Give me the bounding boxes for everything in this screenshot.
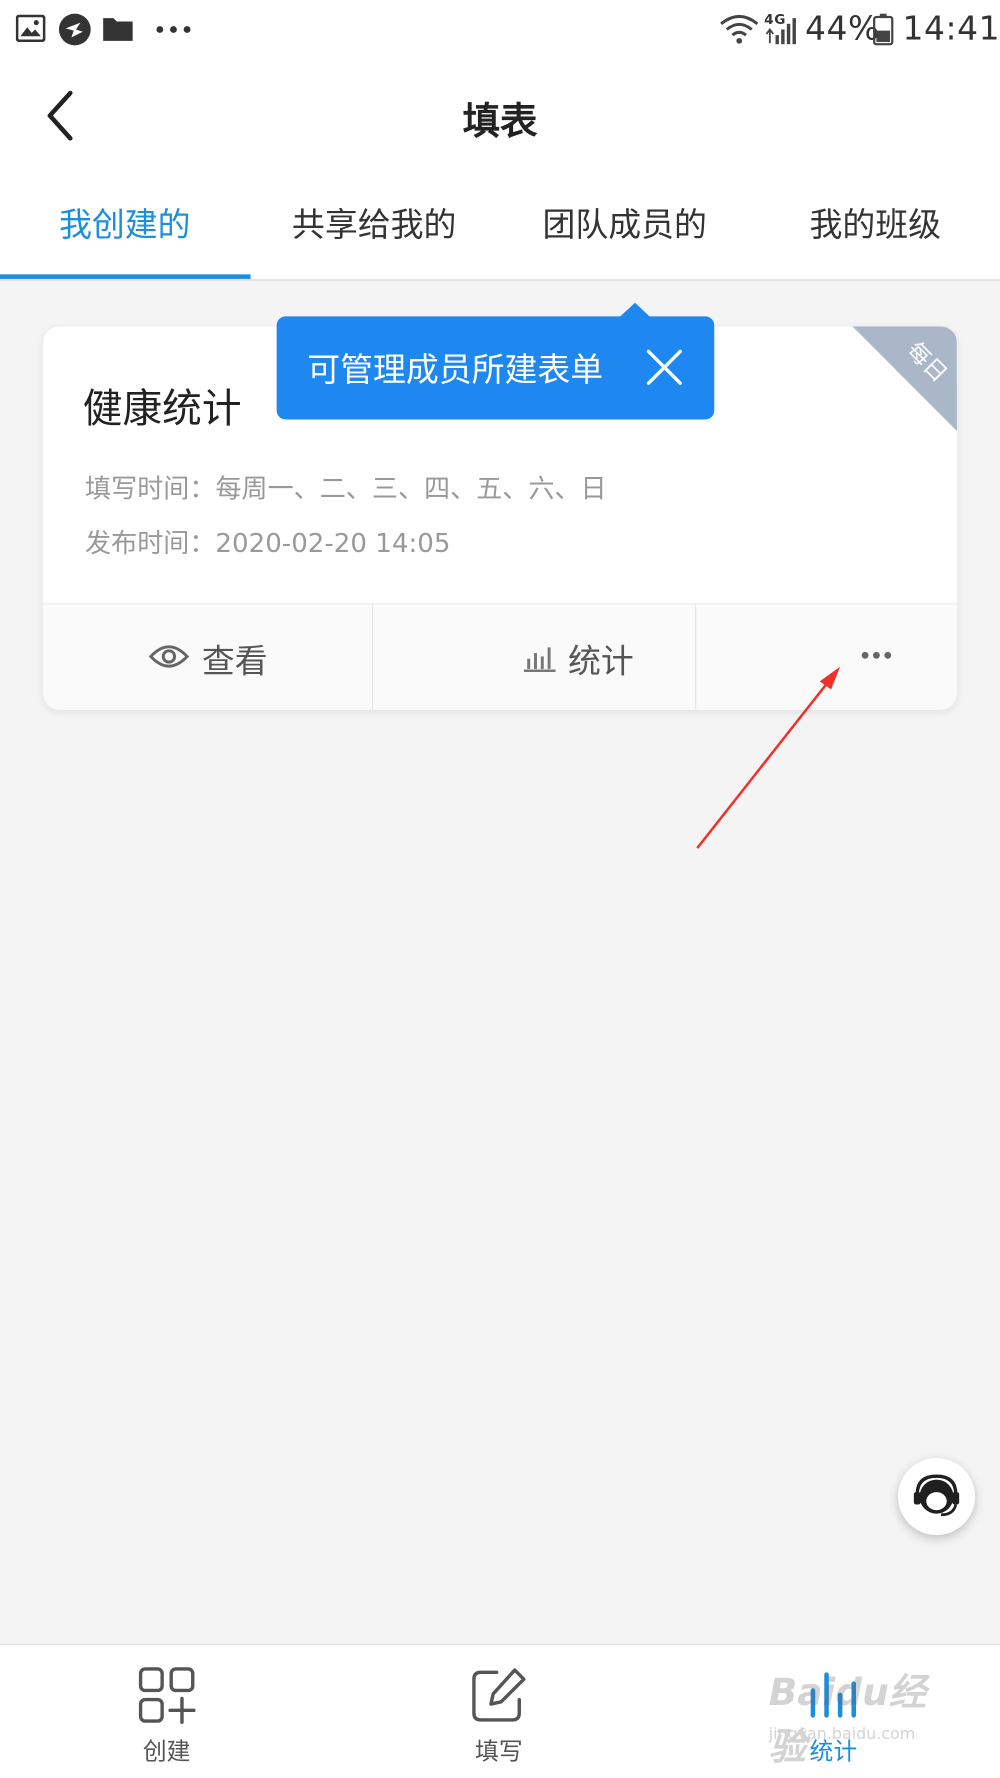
battery-percentage: 44% <box>804 9 880 48</box>
stats-label: 统计 <box>568 641 634 681</box>
bottom-navigation: 创建 填写 统计 <box>0 1643 1000 1778</box>
active-tab-indicator <box>0 274 251 279</box>
status-time: 14:41 <box>902 9 1000 48</box>
tooltip-popup: 可管理成员所建表单 <box>276 316 715 420</box>
customer-service-button[interactable] <box>897 1458 976 1536</box>
nav-stats[interactable]: 统计 <box>720 1645 947 1778</box>
tab-team-members[interactable]: 团队成员的 <box>500 170 749 279</box>
signal-icon <box>765 18 796 45</box>
tab-my-class[interactable]: 我的班级 <box>751 170 1000 279</box>
nav-fill-label: 填写 <box>475 1738 523 1766</box>
app-header: 填表 <box>0 58 1000 171</box>
tooltip-close-button[interactable] <box>644 347 685 388</box>
tooltip-text: 可管理成员所建表单 <box>307 350 604 389</box>
daily-corner-ribbon: 每日 <box>852 326 957 431</box>
tab-shared-with-me[interactable]: 共享给我的 <box>249 170 498 279</box>
customer-service-icon <box>913 1474 960 1517</box>
more-button[interactable] <box>696 604 957 709</box>
bar-chart-icon <box>810 1672 857 1718</box>
battery-icon <box>873 13 894 46</box>
close-icon <box>646 349 682 385</box>
eye-icon <box>148 645 190 668</box>
apps-add-icon <box>138 1667 196 1724</box>
status-bar: 4G 44% 14:41 <box>0 0 1000 59</box>
nav-create[interactable]: 创建 <box>53 1645 280 1778</box>
page-title: 填表 <box>462 98 538 143</box>
folder-icon <box>103 18 133 41</box>
image-icon <box>15 14 46 42</box>
tab-my-created[interactable]: 我创建的 <box>0 170 249 279</box>
fill-time-text: 填写时间：每周一、二、三、四、五、六、日 <box>85 475 607 505</box>
nav-fill[interactable]: 填写 <box>385 1645 612 1778</box>
tab-bar: 我创建的 共享给我的 团队成员的 我的班级 <box>0 170 1000 282</box>
more-dots-icon <box>156 26 191 33</box>
app-bird-icon <box>58 13 91 46</box>
wifi-icon <box>720 14 759 44</box>
publish-time-text: 发布时间：2020-02-20 14:05 <box>85 529 451 559</box>
view-button[interactable]: 查看 <box>43 604 372 709</box>
view-label: 查看 <box>201 641 268 681</box>
nav-stats-label: 统计 <box>809 1738 858 1766</box>
card-action-bar: 查看 统计 <box>43 603 957 710</box>
nav-create-label: 创建 <box>142 1738 191 1766</box>
stats-button[interactable]: 统计 <box>373 604 695 709</box>
phone-screen: 4G 44% 14:41 填表 我创建的 共享给我的 团队成员的 我的班级 健康… <box>0 0 1000 1778</box>
edit-icon <box>472 1668 526 1722</box>
bar-chart-icon <box>523 647 556 672</box>
more-dots-icon <box>861 651 892 659</box>
form-title: 健康统计 <box>82 386 242 432</box>
